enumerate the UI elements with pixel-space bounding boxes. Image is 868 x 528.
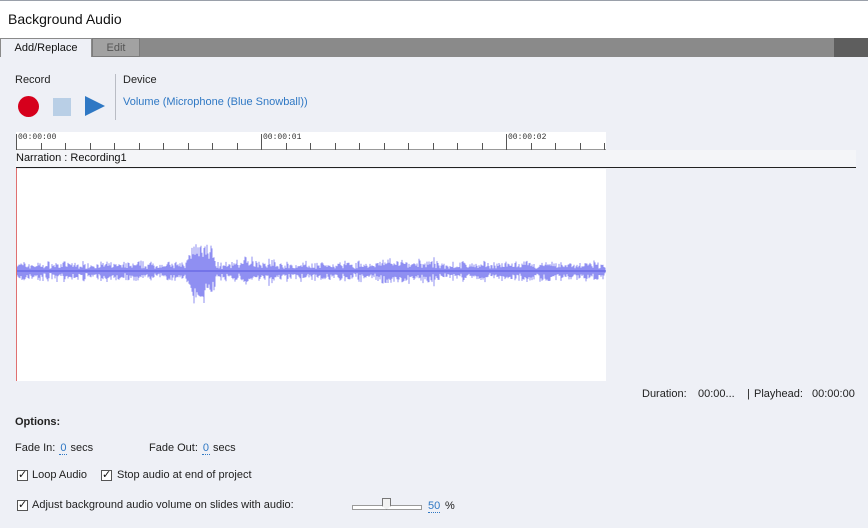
adjust-volume-checkbox[interactable] <box>17 498 28 511</box>
ruler-minor-tick <box>457 143 458 150</box>
fade-out-label: Fade Out: <box>149 442 198 454</box>
ruler-minor-tick <box>139 143 140 150</box>
ruler-label-0: 00:00:00 <box>18 133 57 142</box>
ruler-minor-tick <box>359 143 360 150</box>
playhead-value: 00:00:00 <box>812 388 855 400</box>
fade-out-input[interactable]: 0 <box>201 442 211 455</box>
ruler-minor-tick <box>90 143 91 150</box>
ruler-minor-tick <box>163 143 164 150</box>
record-icon[interactable] <box>18 96 39 117</box>
ruler-minor-tick <box>580 143 581 150</box>
ruler-minor-tick <box>555 143 556 150</box>
fade-out-unit: secs <box>213 442 236 454</box>
record-label: Record <box>15 74 51 86</box>
tab-strip: Add/Replace Edit <box>0 38 868 57</box>
stop-audio-label: Stop audio at end of project <box>117 469 252 481</box>
tab-strip-end <box>834 38 868 57</box>
title-bar: Background Audio <box>0 0 868 38</box>
ruler-minor-tick <box>482 143 483 150</box>
fade-out-field: Fade Out: 0 secs <box>149 442 236 455</box>
play-icon[interactable] <box>85 96 105 116</box>
ruler-minor-tick <box>286 143 287 150</box>
ruler-minor-tick <box>531 143 532 150</box>
stop-icon[interactable] <box>53 98 71 116</box>
ruler-minor-tick <box>188 143 189 150</box>
ruler-major-tick <box>16 134 17 150</box>
waveform-path <box>15 244 606 304</box>
timeline-ruler[interactable]: 00:00:00 00:00:01 00:00:02 <box>16 132 606 150</box>
window-title: Background Audio <box>8 11 122 27</box>
fade-in-label: Fade In: <box>15 442 56 454</box>
loop-audio-label: Loop Audio <box>32 469 88 481</box>
options-title: Options: <box>15 416 61 428</box>
fade-in-field: Fade In: 0 secs <box>15 442 94 455</box>
tab-add-replace[interactable]: Add/Replace <box>0 38 92 57</box>
ruler-minor-tick <box>384 143 385 150</box>
ruler-minor-tick <box>237 143 238 150</box>
section-divider <box>115 74 116 120</box>
fade-in-input[interactable]: 0 <box>59 442 68 455</box>
duration-value: 00:00... <box>698 388 735 400</box>
waveform <box>15 244 606 304</box>
stop-audio-checkbox[interactable] <box>101 468 112 481</box>
ruler-minor-tick <box>41 143 42 150</box>
ruler-label-2: 00:00:02 <box>508 133 547 142</box>
track-header[interactable]: Narration : Recording1 <box>16 150 856 168</box>
ruler-minor-tick <box>310 143 311 150</box>
playhead-line[interactable] <box>16 168 17 381</box>
ruler-minor-tick <box>65 143 66 150</box>
ruler-minor-tick <box>433 143 434 150</box>
device-label: Device <box>123 74 157 86</box>
volume-unit: % <box>445 500 455 512</box>
ruler-minor-tick <box>114 143 115 150</box>
ruler-minor-tick <box>212 143 213 150</box>
playhead-label: Playhead: <box>754 388 803 400</box>
ruler-minor-tick <box>408 143 409 150</box>
waveform-area[interactable] <box>15 169 606 381</box>
ruler-minor-tick <box>335 143 336 150</box>
adjust-volume-label: Adjust background audio volume on slides… <box>32 499 294 511</box>
tab-edit[interactable]: Edit <box>92 38 140 57</box>
device-link[interactable]: Volume (Microphone (Blue Snowball)) <box>123 96 308 108</box>
status-separator: | <box>747 388 750 400</box>
volume-value[interactable]: 50 <box>428 500 441 513</box>
loop-audio-checkbox[interactable] <box>17 468 28 481</box>
ruler-label-1: 00:00:01 <box>263 133 302 142</box>
ruler-major-tick <box>261 134 262 150</box>
ruler-minor-tick <box>604 143 605 150</box>
duration-label: Duration: <box>642 388 687 400</box>
track-label: Narration : Recording1 <box>16 152 127 164</box>
ruler-major-tick <box>506 134 507 150</box>
fade-in-unit: secs <box>70 442 94 454</box>
